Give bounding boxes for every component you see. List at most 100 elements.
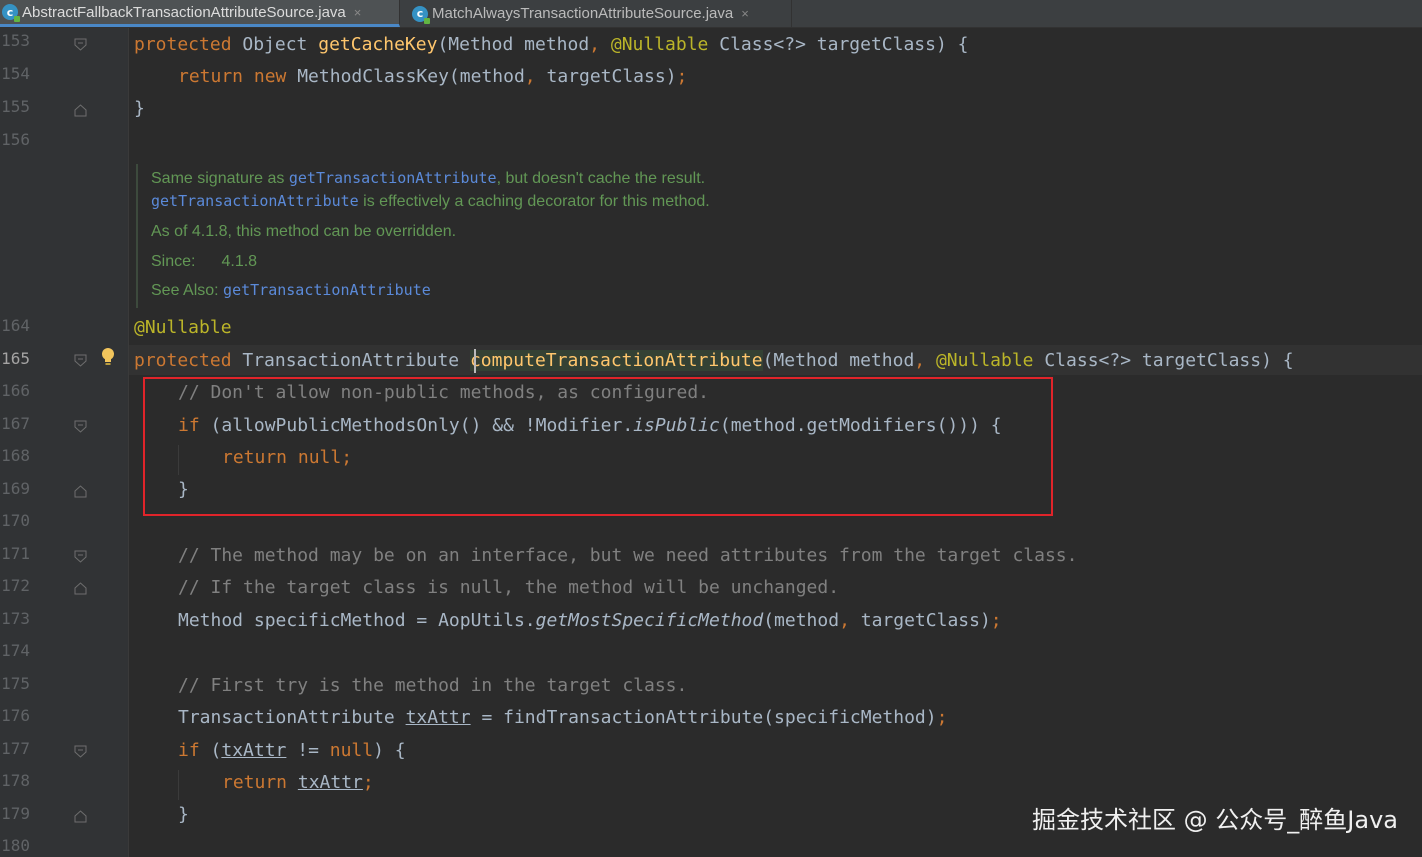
fold-end-icon[interactable] (74, 582, 87, 595)
code-line-172[interactable]: // If the target class is null, the meth… (178, 574, 839, 602)
expr: = findTransactionAttribute(specificMetho… (470, 707, 937, 728)
fold-end-icon[interactable] (74, 104, 87, 117)
line-number: 180 (1, 836, 30, 855)
line-number: 153 (1, 31, 30, 50)
gutter-divider (128, 28, 129, 857)
type: TransactionAttribute (178, 707, 406, 728)
fold-collapse-icon[interactable] (74, 354, 87, 367)
expr: targetClass) (860, 610, 991, 631)
code-line-164[interactable]: @Nullable (134, 314, 232, 342)
see-also-label: See Also: (151, 282, 224, 299)
doc-line: getTransactionAttribute is effectively a… (151, 192, 710, 211)
keyword: protected (134, 34, 243, 55)
variable: txAttr (221, 740, 287, 761)
code-line-155[interactable]: } (134, 95, 145, 123)
params: (Method method (762, 350, 915, 371)
code-line-177[interactable]: if (txAttr != null) { (178, 737, 406, 765)
line-number: 155 (1, 97, 30, 116)
tab-label: MatchAlwaysTransactionAttributeSource.ja… (432, 5, 734, 22)
java-class-icon: c (412, 5, 430, 24)
line-number: 156 (1, 130, 30, 149)
since-label: Since: (151, 253, 196, 270)
close-icon[interactable]: × (741, 6, 749, 21)
line-number: 171 (1, 544, 30, 563)
line-number: 164 (1, 316, 30, 335)
code-line-173[interactable]: Method specificMethod = AopUtils.getMost… (178, 607, 1002, 635)
code-line-178[interactable]: return txAttr; (222, 769, 374, 797)
doc-link[interactable]: getTransactionAttribute (223, 281, 431, 299)
params: Class<?> targetClass) { (1044, 350, 1294, 371)
line-number: 174 (1, 641, 30, 660)
line-number: 167 (1, 414, 30, 433)
line-number: 175 (1, 674, 30, 693)
code-line-171[interactable]: // The method may be on an interface, bu… (178, 542, 1077, 570)
keyword: protected (134, 350, 243, 371)
fold-end-icon[interactable] (74, 485, 87, 498)
keyword: null (329, 740, 374, 761)
code-line-179[interactable]: } (178, 801, 189, 829)
doc-since: Since: 4.1.8 (151, 253, 257, 271)
expr: (method (763, 610, 840, 631)
java-class-icon: c (2, 4, 20, 22)
line-number: 166 (1, 381, 30, 400)
close-icon[interactable]: × (354, 5, 362, 20)
line-number: 168 (1, 446, 30, 465)
fold-collapse-icon[interactable] (74, 550, 87, 563)
params: (Method method (437, 34, 590, 55)
editor-tab-bar: c AbstractFallbackTransactionAttributeSo… (0, 0, 1422, 28)
indent-guide (178, 770, 179, 800)
code-line-153[interactable]: protected Object getCacheKey(Method meth… (134, 31, 968, 59)
line-number: 176 (1, 706, 30, 725)
text-caret (474, 349, 476, 373)
semicolon: ; (362, 772, 374, 793)
lightbulb-icon[interactable] (101, 347, 115, 367)
keyword: return (222, 772, 298, 793)
highlight-annotation-box (143, 377, 1053, 516)
doc-text: , but doesn't cache the result. (496, 170, 706, 187)
since-value: 4.1.8 (221, 253, 258, 270)
code-line-175[interactable]: // First try is the method in the target… (178, 672, 687, 700)
params: Class<?> targetClass) { (719, 34, 969, 55)
code-line-154[interactable]: return new MethodClassKey(method, target… (178, 63, 687, 91)
separator: , (589, 34, 611, 55)
line-number: 172 (1, 576, 30, 595)
separator: , (839, 610, 861, 631)
expr: Method specificMethod = AopUtils. (178, 610, 536, 631)
keyword: if (178, 740, 211, 761)
annotation: @Nullable (935, 350, 1045, 371)
code-line-165[interactable]: protected TransactionAttribute computeTr… (134, 347, 1294, 375)
method-name: getCacheKey (318, 34, 438, 55)
line-number: 169 (1, 479, 30, 498)
tab-match-always[interactable]: c MatchAlwaysTransactionAttributeSource.… (410, 0, 792, 27)
watermark: 掘金技术社区 @ 公众号_醉鱼Java (1032, 806, 1398, 834)
fold-collapse-icon[interactable] (74, 38, 87, 51)
keyword: return (178, 66, 254, 87)
keyword: new (253, 66, 298, 87)
doc-text: Same signature as (151, 170, 289, 187)
doc-see-also: See Also: getTransactionAttribute (151, 281, 431, 300)
type: Object (242, 34, 319, 55)
line-number: 178 (1, 771, 30, 790)
tab-label: AbstractFallbackTransactionAttributeSour… (22, 3, 346, 21)
variable: txAttr (297, 772, 363, 793)
separator: , (914, 350, 936, 371)
line-number-current: 165 (1, 349, 30, 368)
expr: != (286, 740, 330, 761)
type: TransactionAttribute (242, 350, 470, 371)
method-name: computeTransactionAttribute (469, 350, 763, 371)
expr: targetClass) (546, 66, 677, 87)
semicolon: ; (936, 707, 948, 728)
semicolon: ; (990, 610, 1002, 631)
fold-end-icon[interactable] (74, 810, 87, 823)
fold-collapse-icon[interactable] (74, 745, 87, 758)
fold-collapse-icon[interactable] (74, 420, 87, 433)
doc-link[interactable]: getTransactionAttribute (151, 192, 359, 210)
code-line-176[interactable]: TransactionAttribute txAttr = findTransa… (178, 704, 947, 732)
line-number: 173 (1, 609, 30, 628)
doc-link[interactable]: getTransactionAttribute (289, 169, 497, 187)
expr: ) { (373, 740, 406, 761)
editor-gutter (0, 28, 128, 857)
tab-abstract-fallback[interactable]: c AbstractFallbackTransactionAttributeSo… (0, 0, 400, 27)
line-number: 177 (1, 739, 30, 758)
doc-line: As of 4.1.8, this method can be overridd… (151, 223, 457, 240)
